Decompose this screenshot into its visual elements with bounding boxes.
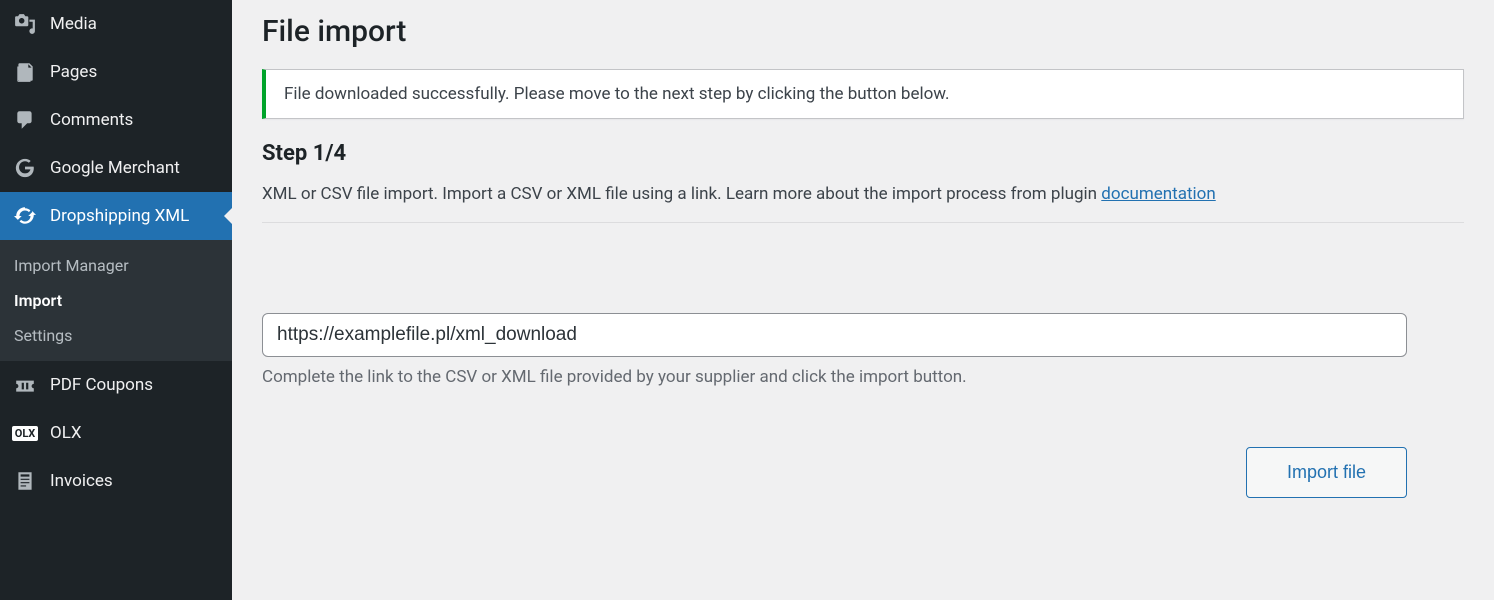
step-title: Step 1/4 — [262, 141, 1464, 166]
sidebar-item-media[interactable]: Media — [0, 0, 232, 48]
file-url-input[interactable] — [262, 313, 1407, 357]
media-icon — [12, 11, 38, 37]
sidebar-item-label: Pages — [50, 62, 97, 82]
notice-success: File downloaded successfully. Please mov… — [262, 69, 1464, 119]
url-help-text: Complete the link to the CSV or XML file… — [262, 367, 1464, 387]
documentation-link[interactable]: documentation — [1101, 184, 1215, 204]
sidebar-item-comments[interactable]: Comments — [0, 96, 232, 144]
invoices-icon — [12, 468, 38, 494]
sidebar-item-pdf-coupons[interactable]: PDF Coupons — [0, 361, 232, 409]
sidebar-item-google-merchant[interactable]: Google Merchant — [0, 144, 232, 192]
submenu-item-import[interactable]: Import — [0, 283, 232, 318]
button-row: Import file — [262, 447, 1407, 498]
step-description: XML or CSV file import. Import a CSV or … — [262, 184, 1464, 204]
sidebar-item-dropshipping-xml[interactable]: Dropshipping XML — [0, 192, 232, 240]
coupons-icon — [12, 372, 38, 398]
url-input-row — [262, 313, 1464, 357]
sidebar-submenu: Import Manager Import Settings — [0, 240, 232, 361]
google-icon — [12, 155, 38, 181]
pages-icon — [12, 59, 38, 85]
sidebar-item-label: Comments — [50, 110, 133, 130]
sidebar-item-invoices[interactable]: Invoices — [0, 457, 232, 505]
sidebar-item-label: Invoices — [50, 471, 113, 491]
page-title: File import — [262, 14, 1464, 49]
sidebar-item-label: Media — [50, 14, 97, 34]
sync-icon — [12, 203, 38, 229]
step-description-text: XML or CSV file import. Import a CSV or … — [262, 184, 1101, 204]
section-divider — [262, 222, 1464, 223]
comments-icon — [12, 107, 38, 133]
submenu-item-settings[interactable]: Settings — [0, 318, 232, 353]
import-file-button[interactable]: Import file — [1246, 447, 1407, 498]
main-content: File import File downloaded successfully… — [232, 0, 1494, 600]
sidebar-item-label: PDF Coupons — [50, 375, 153, 395]
admin-sidebar: Media Pages Comments Google Merchant Dro… — [0, 0, 232, 600]
notice-text: File downloaded successfully. Please mov… — [284, 84, 950, 104]
sidebar-item-label: Dropshipping XML — [50, 206, 189, 226]
olx-icon: OLX — [12, 420, 38, 446]
sidebar-item-label: OLX — [50, 423, 82, 443]
submenu-item-import-manager[interactable]: Import Manager — [0, 248, 232, 283]
sidebar-item-olx[interactable]: OLX OLX — [0, 409, 232, 457]
sidebar-item-pages[interactable]: Pages — [0, 48, 232, 96]
sidebar-item-label: Google Merchant — [50, 158, 180, 178]
